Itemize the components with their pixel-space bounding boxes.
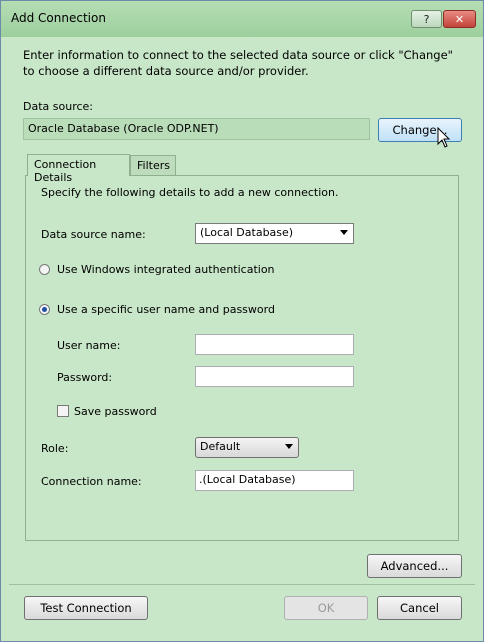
password-label: Password:: [57, 371, 113, 384]
connection-name-label: Connection name:: [41, 475, 142, 488]
chevron-down-icon: [340, 230, 348, 235]
data-source-name-select[interactable]: (Local Database): [195, 223, 354, 244]
ok-button[interactable]: OK: [284, 596, 368, 620]
save-password-label: Save password: [74, 405, 157, 418]
add-connection-dialog: Add Connection ? ✕ Enter information to …: [0, 0, 484, 642]
password-input[interactable]: [195, 366, 354, 387]
instructions-text: Specify the following details to add a n…: [41, 186, 339, 199]
mouse-pointer-icon: [437, 127, 451, 148]
role-value: Default: [200, 440, 241, 453]
chevron-down-icon: [285, 444, 293, 449]
radio-specific-auth[interactable]: [39, 304, 50, 315]
radio-windows-auth[interactable]: [39, 264, 50, 275]
help-button[interactable]: ?: [411, 10, 442, 28]
intro-text: Enter information to connect to the sele…: [23, 48, 453, 78]
close-button[interactable]: ✕: [443, 10, 476, 28]
specific-auth-label: Use a specific user name and password: [57, 303, 275, 316]
data-source-name-value: (Local Database): [200, 226, 294, 239]
windows-auth-label: Use Windows integrated authentication: [57, 263, 275, 276]
tab-connection-details[interactable]: Connection Details: [27, 154, 130, 184]
cancel-button[interactable]: Cancel: [377, 596, 462, 620]
tab-filters[interactable]: Filters: [130, 155, 176, 175]
user-name-input[interactable]: [195, 334, 354, 355]
help-icon: ?: [423, 12, 430, 26]
data-source-label: Data source:: [23, 100, 93, 113]
save-password-checkbox[interactable]: [57, 405, 69, 417]
dialog-body: Enter information to connect to the sele…: [9, 37, 475, 633]
close-icon: ✕: [454, 12, 465, 26]
connection-name-input[interactable]: .(Local Database): [195, 470, 354, 491]
user-name-label: User name:: [57, 339, 121, 352]
advanced-button[interactable]: Advanced...: [367, 554, 462, 578]
data-source-field: Oracle Database (Oracle ODP.NET): [23, 118, 370, 140]
role-select[interactable]: Default: [195, 437, 299, 458]
connection-details-panel: Specify the following details to add a n…: [25, 175, 459, 541]
role-label: Role:: [41, 442, 69, 455]
data-source-name-label: Data source name:: [41, 228, 146, 241]
footer-divider: [9, 584, 475, 585]
window-title: Add Connection: [11, 11, 106, 25]
test-connection-button[interactable]: Test Connection: [24, 596, 148, 620]
title-bar[interactable]: Add Connection ? ✕: [1, 1, 483, 37]
